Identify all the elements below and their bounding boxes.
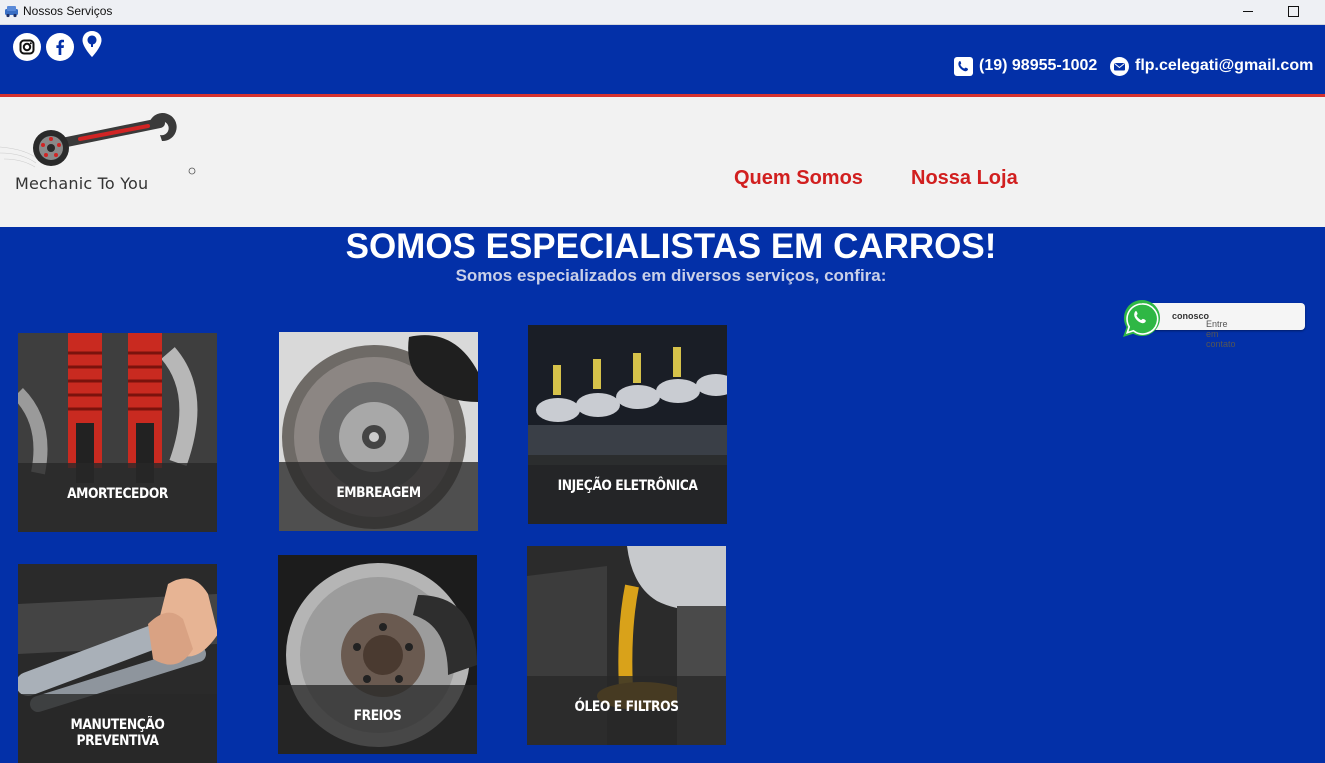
- whatsapp-icon: [1123, 299, 1161, 337]
- phone-number: (19) 98955-1002: [979, 57, 1098, 74]
- contact-phone[interactable]: (19) 98955-1002: [954, 55, 1097, 77]
- nav-nossa-loja[interactable]: Nossa Loja: [911, 167, 1018, 190]
- email-address: flp.celegati@gmail.com: [1135, 57, 1314, 74]
- maximize-button[interactable]: [1270, 0, 1316, 22]
- whatsapp-contact-button[interactable]: Entre em contato conosco: [1122, 299, 1305, 349]
- app-car-icon: [5, 6, 18, 18]
- logo-text: Mechanic To You: [15, 174, 149, 193]
- site-header: Mechanic To You Quem Somos Nossa Loja: [0, 97, 1325, 227]
- service-card-embreagem[interactable]: EMBREAGEM: [279, 332, 478, 531]
- service-card-amortecedor[interactable]: AMORTECEDOR: [18, 333, 217, 532]
- service-label: AMORTECEDOR: [67, 486, 168, 502]
- window-title: Nossos Serviços: [23, 4, 113, 18]
- whatsapp-label-bold: conosco: [1172, 311, 1210, 321]
- service-label: INJEÇÃO ELETRÔNICA: [557, 478, 698, 494]
- location-pin-icon[interactable]: [80, 30, 104, 58]
- contact-email[interactable]: flp.celegati@gmail.com: [1110, 55, 1313, 77]
- whatsapp-label-pill: Entre em contato conosco: [1138, 303, 1305, 349]
- window-titlebar: Nossos Serviços: [0, 0, 1325, 25]
- email-icon: [1110, 56, 1129, 76]
- whatsapp-label: Entre em contato conosco: [1172, 311, 1236, 349]
- service-label: MANUTENÇÃO PREVENTIVA: [70, 717, 165, 749]
- top-contact-bar: (19) 98955-1002 flp.celegati@gmail.com: [0, 25, 1325, 94]
- service-card-manutencao-preventiva[interactable]: MANUTENÇÃO PREVENTIVA: [18, 564, 217, 763]
- service-card-freios[interactable]: FREIOS: [278, 555, 477, 754]
- service-card-oleo-e-filtros[interactable]: ÓLEO E FILTROS: [527, 546, 726, 745]
- maximize-icon: [1287, 5, 1299, 17]
- nav-quem-somos[interactable]: Quem Somos: [734, 167, 863, 190]
- whatsapp-label-prefix: Entre em contato: [1206, 319, 1236, 349]
- service-label: EMBREAGEM: [336, 485, 421, 501]
- phone-icon: [954, 56, 973, 76]
- service-label: FREIOS: [353, 708, 402, 724]
- facebook-icon[interactable]: [46, 33, 74, 61]
- instagram-icon[interactable]: [13, 33, 41, 61]
- hero-title: SOMOS ESPECIALISTAS EM CARROS!: [345, 227, 997, 266]
- minimize-button[interactable]: [1225, 0, 1271, 22]
- hero-subtitle: Somos especializados em diversos serviço…: [455, 266, 887, 285]
- service-card-injecao-eletronica[interactable]: INJEÇÃO ELETRÔNICA: [528, 325, 727, 524]
- minimize-icon: [1243, 10, 1253, 12]
- service-label: ÓLEO E FILTROS: [574, 699, 679, 715]
